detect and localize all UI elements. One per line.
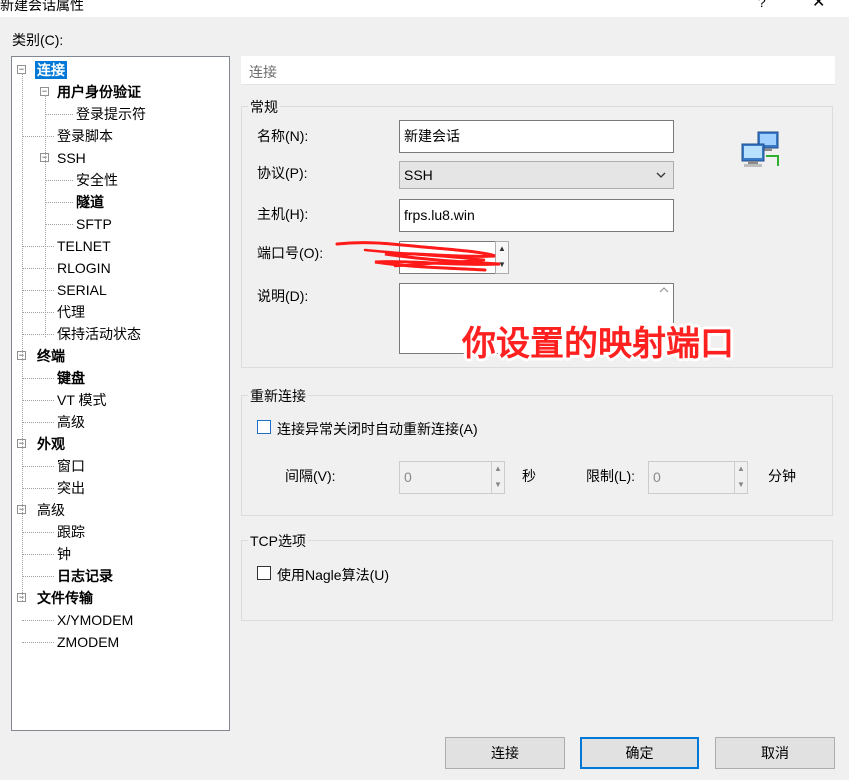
limit-stepper[interactable]: ▲ ▼ [734,461,748,494]
limit-stepper-down[interactable]: ▼ [735,478,747,494]
tree-connector [22,290,54,291]
auto-reconnect-label: 连接异常关闭时自动重新连接(A) [277,421,478,437]
interval-input[interactable]: 0 [399,461,493,494]
tree-connector [22,378,54,379]
scroll-up-icon[interactable] [659,286,669,297]
limit-input[interactable]: 0 [648,461,736,494]
annotation-text: 你设置的映射端口 [462,324,734,364]
tree-connector [22,422,54,423]
tree-connector [22,488,54,489]
tree-item[interactable]: SSH [57,149,86,167]
tree-connector [22,554,54,555]
tree-connector [22,620,54,621]
seconds-unit: 秒 [522,468,536,484]
name-label: 名称(N): [257,128,309,144]
host-label: 主机(H): [257,206,309,222]
reconnect-group-title: 重新连接 [248,386,308,406]
tree-item[interactable]: 突出 [57,479,85,497]
description-label: 说明(D): [257,288,309,304]
tree-connector [45,180,73,181]
tree-item[interactable]: 跟踪 [57,523,85,541]
tree-item[interactable]: 钟 [57,545,71,563]
tree-connector [22,246,54,247]
tree-item[interactable]: TELNET [57,237,111,255]
protocol-label: 协议(P): [257,165,308,181]
tree-item[interactable]: VT 模式 [57,391,107,409]
tcp-group-title: TCP选项 [248,531,308,551]
tree-guide-line [22,73,23,601]
interval-stepper[interactable]: ▲ ▼ [491,461,505,494]
interval-label: 间隔(V): [285,468,336,484]
tree-connector [22,576,54,577]
tree-item[interactable]: 高级 [57,413,85,431]
title-bar: 新建会话属性 ? ✕ [0,0,849,17]
reconnect-group [241,395,833,516]
tree-item[interactable]: 高级 [37,501,65,519]
tree-item[interactable]: SERIAL [57,281,107,299]
tree-connector [45,202,73,203]
host-input[interactable]: frps.lu8.win [399,199,674,232]
tree-connector [22,268,54,269]
tree-connector [45,224,73,225]
ok-button[interactable]: 确定 [580,737,699,769]
port-label: 端口号(O): [257,245,324,261]
interval-stepper-up[interactable]: ▲ [492,462,504,478]
minutes-unit: 分钟 [768,468,796,484]
tree-connector [22,532,54,533]
limit-label: 限制(L): [586,468,635,484]
tree-item[interactable]: 外观 [37,435,65,453]
protocol-value: SSH [404,167,433,183]
tree-item[interactable]: 文件传输 [37,589,93,607]
protocol-select[interactable]: SSH [399,161,674,189]
tree-item[interactable]: 代理 [57,303,85,321]
help-button[interactable]: ? [758,0,766,10]
tree-item[interactable]: X/YMODEM [57,611,133,629]
tree-item[interactable]: 连接 [35,61,67,79]
tree-guide-line [45,95,46,337]
tree-item[interactable]: ZMODEM [57,633,119,651]
tree-item[interactable]: 登录脚本 [57,127,113,145]
nagle-checkbox[interactable] [257,566,271,580]
tree-connector [22,312,54,313]
window-title: 新建会话属性 [0,0,84,13]
interval-stepper-down[interactable]: ▼ [492,478,504,494]
tree-item[interactable]: SFTP [76,215,112,233]
section-header: 连接 [241,56,835,85]
tree-item[interactable]: 安全性 [76,171,118,189]
chevron-down-icon [655,162,667,199]
tree-connector [22,334,54,335]
section-header-title: 连接 [249,64,277,80]
tree-item[interactable]: 日志记录 [57,567,113,585]
tree-item[interactable]: RLOGIN [57,259,111,277]
auto-reconnect-checkbox[interactable] [257,420,271,434]
tree-item[interactable]: 终端 [37,347,65,365]
tree-item[interactable]: 用户身份验证 [57,83,141,101]
nagle-label: 使用Nagle算法(U) [277,567,390,583]
tree-item[interactable]: 保持活动状态 [57,325,141,343]
tree-connector [22,642,54,643]
tree-connector [22,466,54,467]
tree-item[interactable]: 键盘 [57,369,85,387]
general-group-title: 常规 [248,97,280,117]
close-button[interactable]: ✕ [812,0,825,12]
tree-connector [22,136,54,137]
tree-item[interactable]: 登录提示符 [76,105,146,123]
limit-stepper-up[interactable]: ▲ [735,462,747,478]
redaction-scribble [335,241,501,272]
tree-connector [45,114,73,115]
tree-item[interactable]: 窗口 [57,457,85,475]
name-input[interactable]: 新建会话 [399,120,674,153]
category-tree[interactable]: − 连接 − 用户身份验证 登录提示符 登录脚本 − SSH 安全性 隧道 SFTP TELNET RL… [11,56,230,731]
cancel-button[interactable]: 取消 [715,737,835,769]
network-computers-icon [740,130,784,170]
category-label: 类别(C): [12,32,64,48]
connect-button[interactable]: 连接 [445,737,565,769]
tree-connector [22,400,54,401]
tree-item[interactable]: 隧道 [76,193,104,211]
